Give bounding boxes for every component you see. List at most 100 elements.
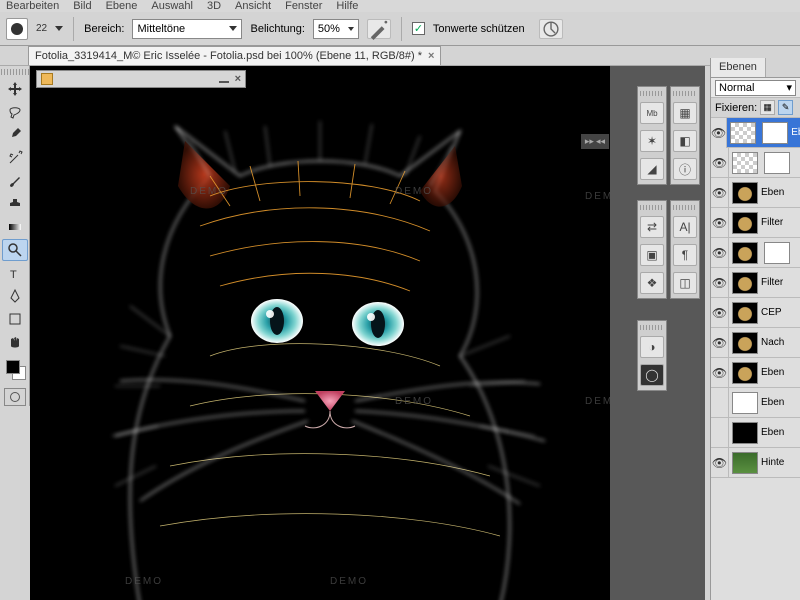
layer-name[interactable]: Eben <box>761 187 784 198</box>
masks-icon[interactable]: ▣ <box>640 244 664 266</box>
layer-row[interactable]: 👁 Nach <box>711 328 800 358</box>
arrow-icon[interactable]: ▸▸ <box>585 136 594 147</box>
panel-strip-e[interactable]: ◑ ◯ <box>637 320 667 391</box>
menubar[interactable]: Bearbeiten Bild Ebene Auswahl 3D Ansicht… <box>0 0 800 12</box>
close-icon[interactable]: × <box>428 50 434 62</box>
arrow-icon[interactable]: ◂◂ <box>596 136 605 147</box>
panel-strip-a[interactable]: Mb ✶ ◢ <box>637 86 667 185</box>
zoom-tool[interactable] <box>2 239 28 261</box>
menu-item[interactable]: Bearbeiten <box>6 0 59 12</box>
lock-pixels-button[interactable]: ✎ <box>778 100 793 115</box>
layer-thumb[interactable] <box>732 422 758 444</box>
character-icon[interactable]: A| <box>673 216 697 238</box>
floating-window-bar[interactable]: × <box>36 70 246 88</box>
menu-item[interactable]: Auswahl <box>151 0 193 12</box>
menu-item[interactable]: Fenster <box>285 0 322 12</box>
info-icon[interactable]: ⓘ <box>673 158 697 180</box>
layer-thumb[interactable] <box>732 332 758 354</box>
visibility-icon[interactable]: 👁 <box>711 298 729 328</box>
visibility-icon[interactable]: 👁 <box>711 238 729 268</box>
layer-row[interactable]: 👁 Filter <box>711 268 800 298</box>
histogram-icon[interactable]: ◢ <box>640 158 664 180</box>
layer-row[interactable]: 👁 CEP <box>711 298 800 328</box>
layer-row[interactable]: Eben <box>711 418 800 448</box>
bereich-dropdown[interactable]: Mitteltöne <box>132 19 242 39</box>
visibility-icon[interactable]: 👁 <box>711 448 729 478</box>
navigator-icon[interactable]: ✶ <box>640 130 664 152</box>
minibridge-icon[interactable]: Mb <box>640 102 664 124</box>
close-icon[interactable]: × <box>235 73 241 85</box>
layer-row[interactable]: 👁 Eben <box>711 178 800 208</box>
panel-strip-b[interactable]: ▦ ◧ ⓘ <box>670 86 700 185</box>
visibility-icon[interactable]: 👁 <box>711 328 729 358</box>
gradient-tool[interactable] <box>2 216 28 238</box>
grip-icon[interactable] <box>1 69 29 75</box>
layer-row[interactable]: 👁 Ebe <box>711 118 800 148</box>
layer-fx-icon[interactable]: ◯ <box>640 364 664 386</box>
visibility-icon[interactable]: 👁 <box>711 178 729 208</box>
paragraph-icon[interactable]: ¶ <box>673 244 697 266</box>
layer-list[interactable]: 👁Ebe👁👁Eben👁Filter👁👁Filter👁CEP👁Nach👁EbenE… <box>711 118 800 600</box>
panel-collapse-buttons[interactable]: ▸▸◂◂ <box>581 134 609 149</box>
blend-mode-dropdown[interactable]: Normal ▾ <box>715 80 796 96</box>
move-tool[interactable] <box>2 78 28 100</box>
quickmask-button[interactable] <box>4 388 26 406</box>
layer-name[interactable]: CEP <box>761 307 782 318</box>
tab-ebenen[interactable]: Ebenen <box>711 58 766 77</box>
layer-row[interactable]: 👁 <box>711 238 800 268</box>
layer-thumb[interactable] <box>732 182 758 204</box>
airbrush-button[interactable] <box>367 19 391 39</box>
layer-thumb[interactable] <box>732 152 758 174</box>
adjustments-icon[interactable]: ⇄ <box>640 216 664 238</box>
tonwerte-checkbox[interactable]: ✓ <box>412 22 425 35</box>
lock-transparency-button[interactable]: ▦ <box>760 100 775 115</box>
layer-name[interactable]: Hinte <box>761 457 784 468</box>
layer-name[interactable]: Eben <box>761 427 784 438</box>
clone-tool[interactable] <box>2 193 28 215</box>
color-icon[interactable]: ◧ <box>673 130 697 152</box>
layer-thumb[interactable] <box>732 242 758 264</box>
shape-tool[interactable] <box>2 308 28 330</box>
visibility-icon[interactable]: 👁 <box>711 208 729 238</box>
minimize-icon[interactable] <box>219 81 229 83</box>
visibility-icon[interactable]: 👁 <box>711 268 729 298</box>
belichtung-input[interactable]: 50% <box>313 19 359 39</box>
layer-thumb[interactable] <box>732 362 758 384</box>
transform-icon[interactable]: ◫ <box>673 272 697 294</box>
visibility-icon[interactable]: 👁 <box>711 148 729 178</box>
layer-thumb[interactable] <box>732 452 758 474</box>
color-swatches[interactable] <box>4 358 26 380</box>
layer-name[interactable]: Ebe <box>791 127 800 138</box>
mask-thumb[interactable] <box>764 152 790 174</box>
layer-name[interactable]: Eben <box>761 367 784 378</box>
brush-preset-icon[interactable] <box>6 18 28 40</box>
menu-item[interactable]: 3D <box>207 0 221 12</box>
document-tab[interactable]: Fotolia_3319414_M© Eric Isselée - Fotoli… <box>28 46 441 65</box>
layer-row[interactable]: 👁Filter <box>711 208 800 238</box>
layer-name[interactable]: Filter <box>761 277 783 288</box>
panel-strip-c[interactable]: ⇄ ▣ ❖ <box>637 200 667 299</box>
type-tool[interactable]: T <box>2 262 28 284</box>
mask-thumb[interactable] <box>762 122 788 144</box>
adjustment-fill-icon[interactable]: ◑ <box>640 336 664 358</box>
document-canvas[interactable]: × <box>30 66 610 600</box>
mask-thumb[interactable] <box>764 242 790 264</box>
layer-thumb[interactable] <box>730 122 756 144</box>
layer-name[interactable]: Nach <box>761 337 784 348</box>
grip-icon[interactable] <box>640 91 664 96</box>
menu-item[interactable]: Hilfe <box>336 0 358 12</box>
pen-tool[interactable] <box>2 285 28 307</box>
fg-color[interactable] <box>6 360 20 374</box>
layer-thumb[interactable] <box>732 212 758 234</box>
brush-dropdown-arrow-icon[interactable] <box>55 26 63 31</box>
lasso-tool[interactable] <box>2 101 28 123</box>
visibility-icon[interactable]: 👁 <box>711 118 727 148</box>
layer-row[interactable]: 👁Eben <box>711 358 800 388</box>
tablet-pressure-button[interactable] <box>539 19 563 39</box>
eyedropper-tool[interactable] <box>2 124 28 146</box>
grip-icon[interactable] <box>673 91 697 96</box>
swatches-icon[interactable]: ▦ <box>673 102 697 124</box>
brush-tool[interactable] <box>2 170 28 192</box>
visibility-icon[interactable] <box>711 418 729 448</box>
menu-item[interactable]: Ebene <box>106 0 138 12</box>
